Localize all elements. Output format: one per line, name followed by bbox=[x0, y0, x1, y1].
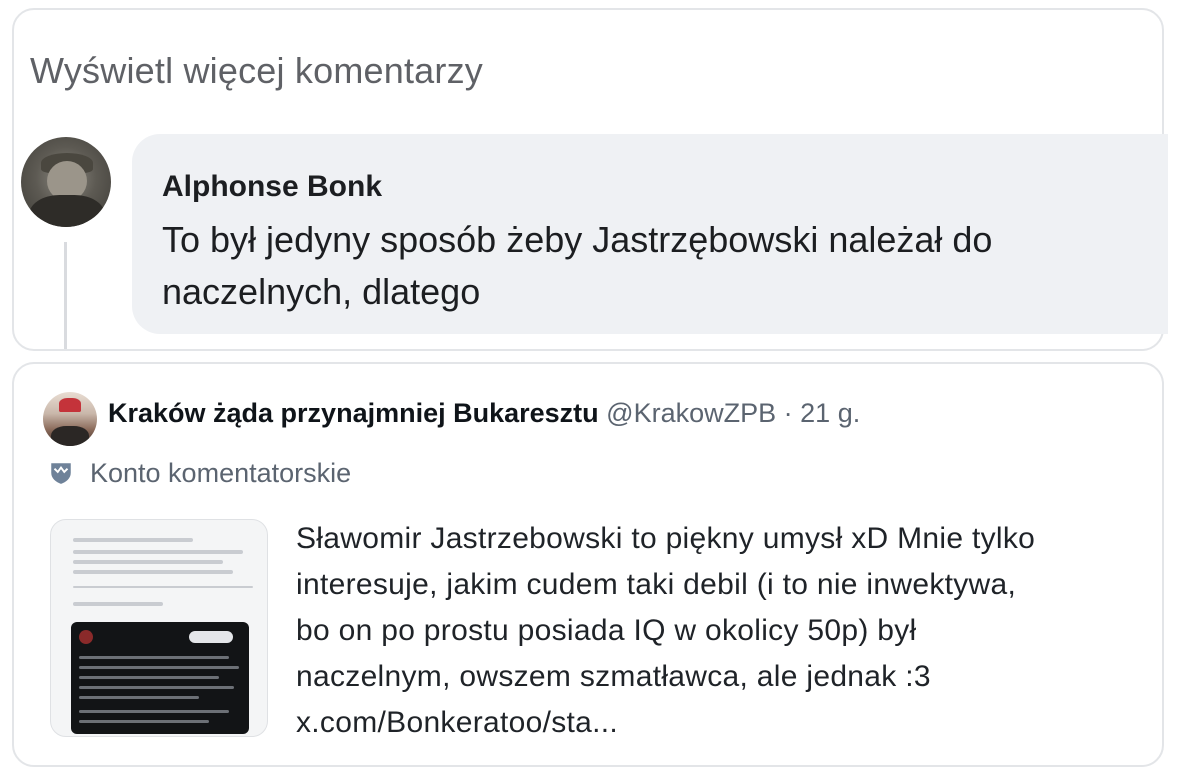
comment-bubble: Alphonse Bonk To był jedyny sposób żeby … bbox=[132, 134, 1168, 334]
avatar[interactable] bbox=[21, 137, 111, 227]
tweet-link[interactable]: x.com/Bonkeratoo/sta... bbox=[296, 700, 1156, 746]
thread-line bbox=[64, 242, 67, 349]
tweet-handle[interactable]: @KrakowZPB bbox=[606, 398, 776, 428]
tweet-avatar[interactable] bbox=[43, 392, 97, 446]
tweet-text-line: naczelnym, owszem szmatławca, ale jednak… bbox=[296, 660, 931, 693]
view-more-comments-link[interactable]: Wyświetl więcej komentarzy bbox=[30, 50, 483, 92]
tweet-time[interactable]: 21 g. bbox=[800, 398, 860, 428]
facebook-comment-card: Wyświetl więcej komentarzy Alphonse Bonk… bbox=[12, 8, 1168, 351]
tweet-text: Sławomir Jastrzebowski to piękny umysł x… bbox=[296, 516, 1156, 746]
tweet-author-name[interactable]: Kraków żąda przynajmniej Bukaresztu bbox=[108, 398, 599, 428]
tweet-text-line: interesuje, jakim cudem taki debil (i to… bbox=[296, 568, 1017, 601]
tweet-text-line: Sławomir Jastrzebowski to piękny umysł x… bbox=[296, 522, 1036, 555]
meta-separator: · bbox=[783, 398, 793, 428]
shield-icon bbox=[51, 463, 71, 484]
tweet-text-line: bo on po prostu posiada IQ w okolicy 50p… bbox=[296, 614, 917, 647]
commenter-name[interactable]: Alphonse Bonk bbox=[162, 170, 382, 204]
tweet-header: Kraków żąda przynajmniej Bukaresztu @Kra… bbox=[108, 398, 860, 429]
comment-text: To był jedyny sposób żeby Jastrzębowski … bbox=[162, 219, 993, 312]
account-type-label: Konto komentatorskie bbox=[90, 458, 352, 488]
embedded-tweet-card[interactable]: Kraków żąda przynajmniej Bukaresztu @Kra… bbox=[12, 362, 1164, 767]
tweet-media-thumbnail[interactable] bbox=[50, 519, 268, 737]
